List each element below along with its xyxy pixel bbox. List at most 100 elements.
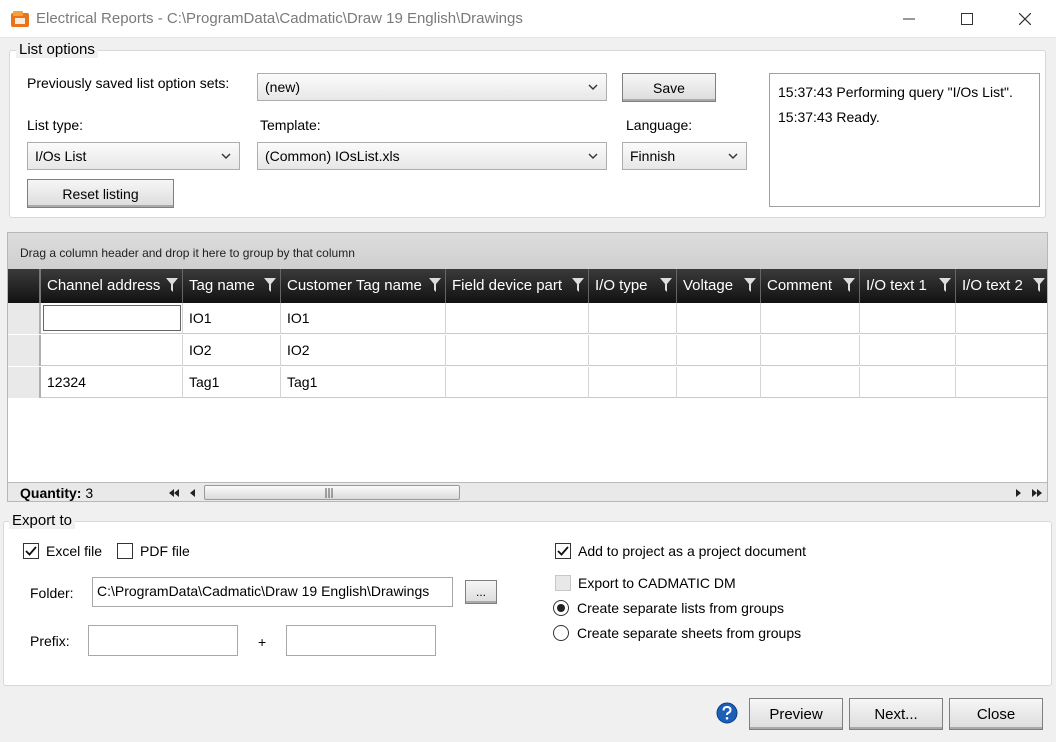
- cell-editor-input[interactable]: [43, 305, 181, 331]
- cell-io-type[interactable]: [589, 335, 677, 366]
- cell-tag-name[interactable]: Tag1: [183, 367, 281, 398]
- list-type-value: I/Os List: [35, 148, 87, 164]
- group-by-area[interactable]: Drag a column header and drop it here to…: [8, 233, 1047, 269]
- folder-label: Folder:: [30, 585, 74, 601]
- checkmark-icon: [25, 546, 37, 556]
- template-dropdown[interactable]: (Common) IOsList.xls: [257, 142, 607, 170]
- grid-footer: Quantity: 3: [8, 482, 1047, 501]
- cell-customer-tag-name[interactable]: IO2: [281, 335, 446, 366]
- cell-customer-tag-name[interactable]: IO1: [281, 303, 446, 334]
- language-value: Finnish: [630, 148, 676, 164]
- table-row[interactable]: IO1 IO1: [8, 303, 1047, 334]
- radio-selected-dot: [557, 604, 565, 612]
- separate-lists-label[interactable]: Create separate lists from groups: [577, 600, 784, 616]
- save-button[interactable]: Save: [622, 73, 716, 102]
- column-header-io-text-1[interactable]: I/O text 1: [860, 269, 956, 303]
- reset-listing-button[interactable]: Reset listing: [27, 179, 174, 208]
- cell-channel-address[interactable]: [41, 335, 183, 366]
- language-dropdown[interactable]: Finnish: [622, 142, 747, 170]
- cadmatic-dm-label[interactable]: Export to CADMATIC DM: [578, 575, 736, 591]
- cell-field-device-part[interactable]: [446, 367, 589, 398]
- cell-field-device-part[interactable]: [446, 303, 589, 334]
- excel-checkbox[interactable]: [23, 543, 39, 559]
- cell-io-text-2[interactable]: [956, 367, 1047, 398]
- saved-sets-dropdown[interactable]: (new): [257, 73, 607, 101]
- data-grid: Drag a column header and drop it here to…: [7, 232, 1048, 502]
- scroll-right-icon[interactable]: [1014, 486, 1022, 501]
- filter-icon[interactable]: [843, 278, 855, 292]
- filter-icon[interactable]: [939, 278, 951, 292]
- close-button[interactable]: Close: [949, 698, 1043, 730]
- column-header-voltage[interactable]: Voltage: [677, 269, 761, 303]
- list-type-dropdown[interactable]: I/Os List: [27, 142, 240, 170]
- scroll-left-icon[interactable]: [189, 486, 197, 501]
- scroll-first-icon[interactable]: [168, 486, 180, 501]
- separate-sheets-radio[interactable]: [553, 625, 569, 641]
- horizontal-scrollbar-thumb[interactable]: [204, 485, 460, 500]
- log-line: 15:37:43 Performing query "I/Os List".: [778, 84, 1013, 100]
- cell-voltage[interactable]: [677, 303, 761, 334]
- cell-comment[interactable]: [761, 367, 860, 398]
- table-row[interactable]: IO2 IO2: [8, 335, 1047, 366]
- row-selector[interactable]: [8, 335, 41, 366]
- table-row[interactable]: 12324 Tag1 Tag1: [8, 367, 1047, 398]
- cell-tag-name[interactable]: IO1: [183, 303, 281, 334]
- row-selector[interactable]: [8, 367, 41, 398]
- suffix-input[interactable]: [286, 625, 436, 656]
- folder-path-input[interactable]: C:\ProgramData\Cadmatic\Draw 19 English\…: [92, 577, 453, 607]
- cell-io-type[interactable]: [589, 367, 677, 398]
- column-header-customer-tag-name[interactable]: Customer Tag name: [281, 269, 446, 303]
- cell-comment[interactable]: [761, 335, 860, 366]
- cell-channel-address[interactable]: 12324: [41, 367, 183, 398]
- pdf-checkbox[interactable]: [117, 543, 133, 559]
- column-header-field-device-part[interactable]: Field device part: [446, 269, 589, 303]
- cadmatic-dm-checkbox[interactable]: [555, 575, 571, 591]
- minimize-button[interactable]: [880, 0, 938, 38]
- cell-io-text-1[interactable]: [860, 303, 956, 334]
- browse-folder-button[interactable]: ...: [465, 580, 497, 604]
- separate-lists-radio[interactable]: [553, 600, 569, 616]
- scroll-last-icon[interactable]: [1031, 486, 1043, 501]
- filter-icon[interactable]: [429, 278, 441, 292]
- filter-icon[interactable]: [264, 278, 276, 292]
- cell-voltage[interactable]: [677, 367, 761, 398]
- quantity-label: Quantity:: [20, 485, 82, 501]
- maximize-button[interactable]: [938, 0, 996, 38]
- filter-icon[interactable]: [166, 278, 178, 292]
- cell-field-device-part[interactable]: [446, 335, 589, 366]
- column-header-io-text-2[interactable]: I/O text 2: [956, 269, 1047, 303]
- cell-comment[interactable]: [761, 303, 860, 334]
- filter-icon[interactable]: [744, 278, 756, 292]
- cell-io-text-1[interactable]: [860, 367, 956, 398]
- next-button[interactable]: Next...: [849, 698, 943, 730]
- title-bar: Electrical Reports - C:\ProgramData\Cadm…: [0, 0, 1056, 38]
- separate-sheets-label[interactable]: Create separate sheets from groups: [577, 625, 801, 641]
- cell-tag-name[interactable]: IO2: [183, 335, 281, 366]
- row-selector[interactable]: [8, 303, 41, 334]
- cell-io-text-1[interactable]: [860, 335, 956, 366]
- chevron-down-icon: [588, 153, 598, 159]
- column-header-tag-name[interactable]: Tag name: [183, 269, 281, 303]
- export-title: Export to: [9, 512, 76, 529]
- close-window-button[interactable]: [996, 0, 1054, 38]
- add-to-project-checkbox[interactable]: [555, 543, 571, 559]
- cell-io-text-2[interactable]: [956, 335, 1047, 366]
- prefix-input[interactable]: [88, 625, 238, 656]
- chevron-down-icon: [588, 84, 598, 90]
- add-to-project-label[interactable]: Add to project as a project document: [578, 543, 806, 559]
- cell-customer-tag-name[interactable]: Tag1: [281, 367, 446, 398]
- preview-button[interactable]: Preview: [749, 698, 843, 730]
- help-icon[interactable]: [716, 702, 738, 727]
- filter-icon[interactable]: [1033, 278, 1045, 292]
- filter-icon[interactable]: [572, 278, 584, 292]
- pdf-label[interactable]: PDF file: [140, 543, 190, 559]
- column-header-comment[interactable]: Comment: [761, 269, 860, 303]
- cell-voltage[interactable]: [677, 335, 761, 366]
- cell-io-type[interactable]: [589, 303, 677, 334]
- excel-label[interactable]: Excel file: [46, 543, 102, 559]
- filter-icon[interactable]: [660, 278, 672, 292]
- quantity-value: 3: [85, 485, 94, 501]
- column-header-channel-address[interactable]: Channel address: [41, 269, 183, 303]
- column-header-io-type[interactable]: I/O type: [589, 269, 677, 303]
- cell-io-text-2[interactable]: [956, 303, 1047, 334]
